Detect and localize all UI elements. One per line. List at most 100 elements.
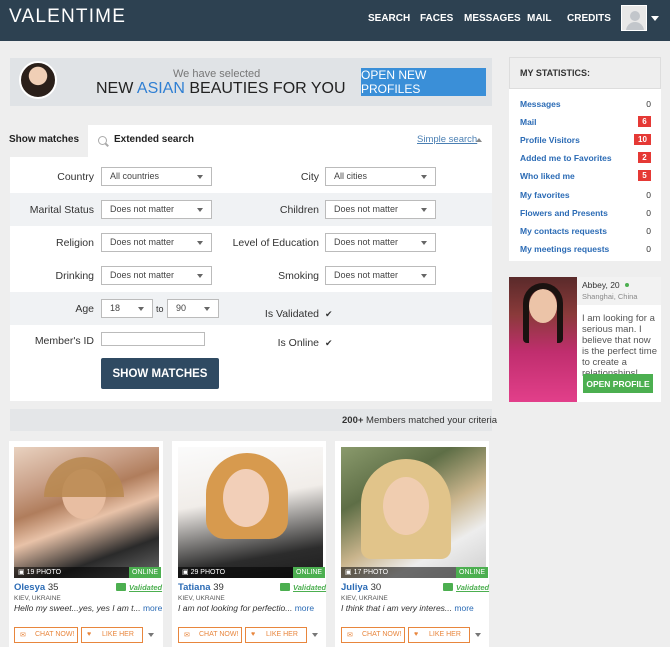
more-actions-caret-icon[interactable] (475, 633, 481, 637)
stat-flowers-presents[interactable]: Flowers and Presents (520, 208, 608, 218)
featured-profile-photo[interactable] (509, 277, 577, 402)
like-her-button[interactable]: ♥ LIKE HER (408, 627, 470, 643)
country-label: Country (57, 171, 94, 183)
photo-count[interactable]: ▣ 19 PHOTO (18, 568, 61, 576)
online-badge: ONLINE (456, 567, 489, 578)
nav-search[interactable]: SEARCH (368, 13, 410, 24)
chat-now-button[interactable]: ✉ CHAT NOW! (14, 627, 78, 643)
profile-photo[interactable] (14, 447, 159, 578)
validated-badge[interactable]: Validated (293, 583, 326, 592)
chat-now-label: CHAT NOW! (35, 631, 75, 638)
education-select[interactable]: Does not matter (325, 233, 436, 252)
like-her-button[interactable]: ♥ LIKE HER (245, 627, 307, 643)
profile-message: I think that i am very interes... more (341, 603, 491, 613)
education-label: Level of Education (232, 237, 319, 249)
account-menu-caret-icon[interactable] (651, 16, 659, 21)
more-actions-caret-icon[interactable] (148, 633, 154, 637)
smoking-value: Does not matter (334, 270, 399, 280)
marital-status-label: Marital Status (29, 204, 94, 216)
profile-location: KIEV, UKRAINE (14, 595, 61, 602)
profile-photo[interactable] (341, 447, 486, 578)
open-profile-button[interactable]: OPEN PROFILE (583, 374, 653, 393)
more-link[interactable]: more (143, 603, 162, 613)
stat-meetings-requests-count: 0 (646, 244, 651, 254)
country-select[interactable]: All countries (101, 167, 212, 186)
stat-contacts-requests-count: 0 (646, 226, 651, 236)
show-matches-button[interactable]: SHOW MATCHES (101, 358, 219, 389)
religion-value: Does not matter (110, 237, 175, 247)
profile-name-text: Juliya (341, 582, 368, 593)
profile-message: I am not looking for perfectio... more (178, 603, 328, 613)
age-to-value: 90 (176, 303, 187, 313)
like-her-label: LIKE HER (266, 631, 298, 638)
drinking-label: Drinking (55, 270, 94, 282)
featured-profile-name[interactable]: Abbey, 20 (582, 280, 620, 290)
validated-icon (280, 583, 290, 591)
validated-badge[interactable]: Validated (456, 583, 489, 592)
stat-who-liked-me[interactable]: Who liked me (520, 171, 575, 181)
chat-now-button[interactable]: ✉ CHAT NOW! (178, 627, 242, 643)
stat-meetings-requests[interactable]: My meetings requests (520, 244, 609, 254)
profile-name[interactable]: Olesya 35 (14, 582, 58, 593)
nav-messages[interactable]: MESSAGES (464, 13, 521, 24)
children-label: Children (279, 204, 319, 216)
is-online-checkbox[interactable]: ✔ (325, 339, 333, 348)
smoking-select[interactable]: Does not matter (325, 266, 436, 285)
nav-mail[interactable]: MAIL (527, 13, 551, 24)
open-new-profiles-button[interactable]: OPEN NEW PROFILES (361, 68, 486, 96)
religion-label: Religion (56, 237, 94, 249)
profile-name[interactable]: Juliya 30 (341, 582, 381, 593)
dropdown-arrow-icon (138, 307, 144, 311)
tab-extended-search[interactable]: Extended search (114, 134, 194, 145)
marital-status-select[interactable]: Does not matter (101, 200, 212, 219)
is-validated-checkbox[interactable]: ✔ (325, 310, 333, 319)
stat-profile-visitors[interactable]: Profile Visitors (520, 135, 580, 145)
religion-select[interactable]: Does not matter (101, 233, 212, 252)
city-select[interactable]: All cities (325, 167, 436, 186)
age-from-select[interactable]: 18 (101, 299, 153, 318)
tab-show-matches[interactable]: Show matches (9, 134, 79, 145)
drinking-value: Does not matter (110, 270, 175, 280)
stat-mail[interactable]: Mail (520, 117, 537, 127)
stat-who-liked-me-badge: 5 (638, 170, 651, 181)
age-to-select[interactable]: 90 (167, 299, 219, 318)
photo-count-text: 17 PHOTO (353, 569, 389, 576)
member-id-input[interactable] (101, 332, 205, 346)
drinking-select[interactable]: Does not matter (101, 266, 212, 285)
profile-message-text: I am not looking for perfectio... (178, 603, 293, 613)
camera-icon: ▣ (182, 569, 189, 576)
stat-contacts-requests[interactable]: My contacts requests (520, 226, 607, 236)
children-select[interactable]: Does not matter (325, 200, 436, 219)
nav-credits[interactable]: CREDITS (567, 13, 611, 24)
photo-count-text: 19 PHOTO (26, 569, 62, 576)
more-actions-caret-icon[interactable] (312, 633, 318, 637)
collapse-caret-icon[interactable] (476, 138, 482, 142)
nav-faces[interactable]: FACES (420, 13, 453, 24)
children-value: Does not matter (334, 204, 399, 214)
photo-count[interactable]: ▣ 29 PHOTO (182, 568, 225, 576)
stat-profile-visitors-badge: 10 (634, 134, 651, 145)
profile-photo[interactable] (178, 447, 323, 578)
stat-messages[interactable]: Messages (520, 99, 561, 109)
photo-count[interactable]: ▣ 17 PHOTO (345, 568, 388, 576)
validated-badge[interactable]: Validated (129, 583, 162, 592)
like-her-button[interactable]: ♥ LIKE HER (81, 627, 143, 643)
banner-avatar (19, 61, 57, 99)
stat-my-favorites[interactable]: My favorites (520, 190, 570, 200)
more-link[interactable]: more (454, 603, 473, 613)
heart-icon: ♥ (414, 631, 419, 638)
profile-age: 30 (370, 582, 382, 593)
stat-added-to-favorites[interactable]: Added me to Favorites (520, 153, 612, 163)
banner-title-start: NEW (96, 80, 137, 97)
profile-location: KIEV, UKRAINE (341, 595, 388, 602)
chat-now-button[interactable]: ✉ CHAT NOW! (341, 627, 405, 643)
online-badge: ONLINE (293, 567, 326, 578)
dropdown-arrow-icon (421, 274, 427, 278)
more-link[interactable]: more (295, 603, 314, 613)
dropdown-arrow-icon (197, 208, 203, 212)
profile-name[interactable]: Tatiana 39 (178, 582, 224, 593)
simple-search-link[interactable]: Simple search (417, 134, 477, 145)
user-avatar[interactable] (621, 5, 647, 31)
site-logo[interactable]: VALENTIME (9, 6, 126, 28)
validated-icon (116, 583, 126, 591)
